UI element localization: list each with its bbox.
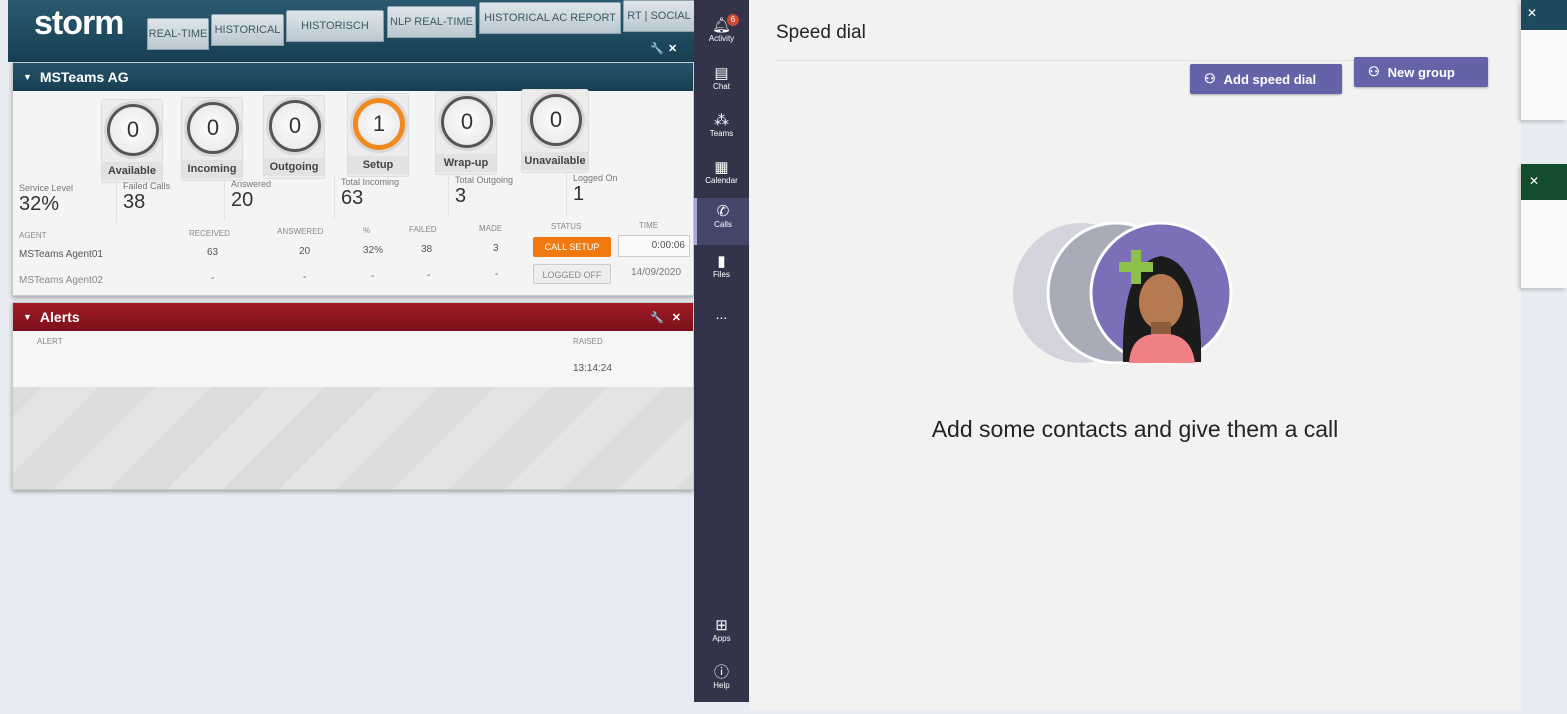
storm-logo: storm — [34, 4, 124, 42]
col-agent: Agent — [19, 231, 47, 240]
msteams-ag-panel: ▼ MSTeams AG 0 Available 0 Incoming 0 Outgo… — [12, 62, 694, 296]
notification-badge: 6 — [727, 14, 739, 26]
gauge-wrap-up: 0 Wrap-up — [435, 91, 497, 175]
tab-nlp-real-time[interactable]: NLP REAL-TIME — [387, 6, 476, 38]
rail-help[interactable]: ⓘ Help — [694, 659, 749, 703]
background-panel-right-2: ✕ — [1521, 164, 1567, 288]
col-alert: Alert — [37, 337, 63, 346]
panel-title: MSTeams AG — [39, 69, 129, 85]
rail-more[interactable]: ... — [694, 300, 749, 344]
rail-files[interactable]: ▮ Files — [694, 248, 749, 292]
logged-off-button[interactable]: LOGGED OFF — [533, 264, 611, 284]
rail-calls[interactable]: ✆ Calls — [694, 198, 749, 245]
help-icon: ⓘ — [713, 664, 729, 681]
bell-icon: 🔔︎ — [711, 17, 732, 34]
close-icon[interactable]: ✕ — [1521, 0, 1567, 30]
page-title: Speed dial — [776, 22, 866, 43]
apps-icon: ⊞ — [715, 617, 728, 634]
tab-real-time[interactable]: REAL-TIME — [147, 18, 209, 50]
stat-total-outgoing: Total Outgoing 3 — [449, 171, 567, 215]
alert-raised: 13:14:24 — [573, 363, 612, 374]
background-panel-right: ✕ — [1521, 0, 1567, 120]
contacts-illustration — [1013, 222, 1233, 364]
stat-service-level: Service Level 32% — [13, 179, 117, 223]
wrench-icon[interactable]: 🔧 — [650, 42, 664, 55]
add-people-icon: ⚇ — [1204, 71, 1216, 86]
col-received: Received — [189, 229, 230, 238]
gauge-setup: 1 Setup — [347, 93, 409, 177]
speed-dial-page: Speed dial ⚇ Add speed dial ⚇ New group Ad… — [749, 0, 1521, 710]
col-failed: Failed — [409, 225, 437, 234]
call-setup-button[interactable]: CALL SETUP — [533, 237, 611, 257]
empty-state-message: Add some contacts and give them a call — [931, 416, 1339, 442]
collapse-icon[interactable]: ▼ — [23, 312, 32, 322]
stat-failed-calls: Failed Calls 38 — [117, 177, 225, 221]
col-status: Status — [551, 222, 582, 231]
file-icon: ▮ — [717, 253, 726, 270]
rail-calendar[interactable]: ▦ Calendar — [694, 154, 749, 198]
teams-app-bar: 🔔︎ Activity 6 ▤ Chat ⁂ Teams ▦ Calendar ✆ Cal… — [694, 0, 749, 702]
alerts-header: ▼ Alerts 🔧 ✕ — [13, 303, 693, 331]
gauge-available: 0 Available — [101, 99, 163, 183]
gauge-unavailable: 0 Unavailable — [521, 89, 589, 173]
phone-icon: ✆ — [716, 203, 730, 220]
col-time: Time — [639, 221, 659, 230]
col-raised: Raised — [573, 337, 603, 346]
col-answered: Answered — [277, 227, 324, 236]
tab-historical[interactable]: HISTORICAL — [211, 14, 284, 46]
rail-teams[interactable]: ⁂ Teams — [694, 107, 749, 151]
chat-icon: ▤ — [714, 65, 729, 82]
rail-activity[interactable]: 🔔︎ Activity 6 — [694, 12, 749, 56]
stat-total-incoming: Total Incoming 63 — [335, 173, 449, 217]
rail-apps[interactable]: ⊞ Apps — [694, 612, 749, 656]
tab-historical-ac-report[interactable]: HISTORICAL AC REPORT — [479, 2, 621, 34]
stat-logged-on: Logged On 1 — [573, 173, 618, 205]
new-group-button[interactable]: ⚇ New group — [1354, 57, 1488, 87]
calendar-icon: ▦ — [714, 159, 729, 176]
col-pct: % — [363, 226, 371, 235]
gauge-incoming: 0 Incoming — [181, 97, 243, 181]
more-icon: ... — [715, 306, 728, 322]
add-speed-dial-button[interactable]: ⚇ Add speed dial — [1190, 64, 1342, 94]
panel-header: ▼ MSTeams AG — [13, 63, 693, 91]
teams-icon: ⁂ — [714, 112, 729, 129]
rail-chat[interactable]: ▤ Chat — [694, 60, 749, 104]
stat-answered: Answered 20 — [225, 175, 335, 219]
alerts-title: Alerts — [39, 309, 80, 325]
close-icon[interactable]: ✕ — [1521, 164, 1567, 200]
tab-historisch[interactable]: HISTORISCH — [286, 10, 384, 42]
alerts-panel: ▼ Alerts 🔧 ✕ Alert Raised 13:14:24 — [12, 302, 694, 490]
collapse-icon[interactable]: ▼ — [23, 72, 32, 82]
close-icon[interactable]: ✕ — [672, 311, 681, 324]
col-made: Made — [479, 224, 503, 233]
tab-rt-social[interactable]: RT | SOCIAL — [623, 0, 695, 32]
gauge-outgoing: 0 Outgoing — [263, 95, 325, 179]
add-people-icon: ⚇ — [1368, 64, 1380, 79]
wrench-icon[interactable]: 🔧 — [650, 311, 664, 324]
close-icon[interactable]: ✕ — [668, 42, 677, 55]
